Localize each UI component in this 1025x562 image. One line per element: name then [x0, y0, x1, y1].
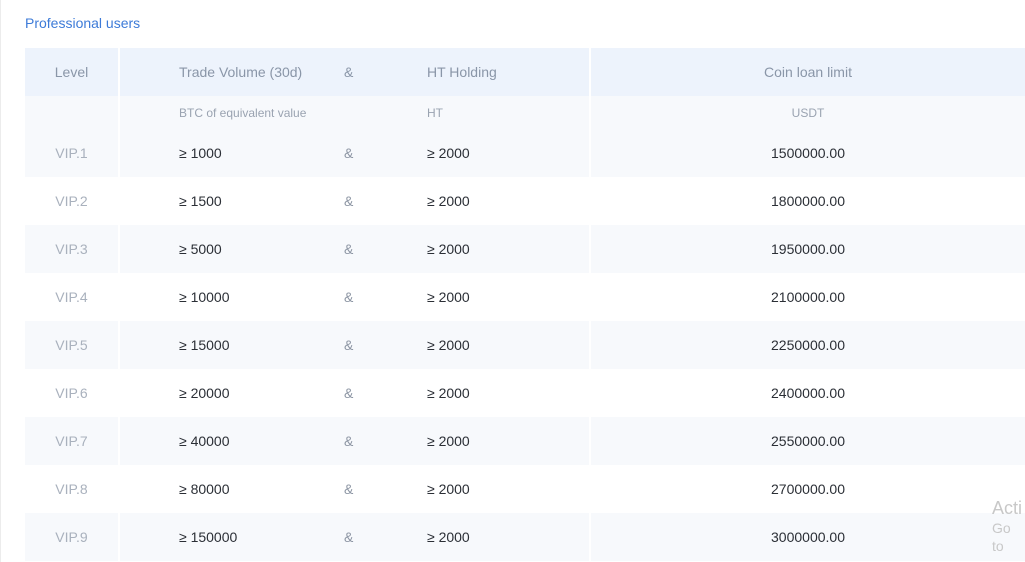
unit-ht-holding: HT [427, 105, 443, 120]
cell-trade-volume: ≥ 40000 [179, 433, 230, 449]
cell-coin-loan-limit: 1950000.00 [771, 241, 845, 257]
cell-level: VIP.7 [55, 433, 88, 449]
column-divider [118, 417, 120, 465]
cell-trade-volume: ≥ 10000 [179, 289, 230, 305]
cell-ht-holding: ≥ 2000 [427, 529, 470, 545]
cell-level: VIP.6 [55, 385, 88, 401]
cell-level: VIP.3 [55, 241, 88, 257]
cell-level: VIP.5 [55, 337, 88, 353]
cell-trade-volume: ≥ 1000 [179, 145, 222, 161]
cell-ht-holding: ≥ 2000 [427, 145, 470, 161]
table-row: VIP.6 ≥ 20000 & ≥ 2000 2400000.00 [25, 369, 1025, 417]
cell-amp: & [344, 145, 354, 161]
cell-level: VIP.4 [55, 289, 88, 305]
cell-trade-volume: ≥ 5000 [179, 241, 222, 257]
cell-coin-loan-limit: 2400000.00 [771, 385, 845, 401]
header-trade-volume: Trade Volume (30d) [179, 64, 303, 80]
table-row: VIP.5 ≥ 15000 & ≥ 2000 2250000.00 [25, 321, 1025, 369]
windows-activation-watermark: Acti Go to [992, 497, 1025, 555]
cell-ht-holding: ≥ 2000 [427, 433, 470, 449]
table-row: VIP.3 ≥ 5000 & ≥ 2000 1950000.00 [25, 225, 1025, 273]
cell-amp: & [344, 481, 354, 497]
cell-coin-loan-limit: 2100000.00 [771, 289, 845, 305]
cell-trade-volume: ≥ 15000 [179, 337, 230, 353]
column-divider [118, 321, 120, 369]
column-divider [118, 225, 120, 273]
cell-coin-loan-limit: 1800000.00 [771, 193, 845, 209]
cell-ht-holding: ≥ 2000 [427, 193, 470, 209]
cell-amp: & [344, 241, 354, 257]
cell-level: VIP.9 [55, 529, 88, 545]
column-divider [118, 48, 120, 96]
cell-trade-volume: ≥ 1500 [179, 193, 222, 209]
cell-level: VIP.1 [55, 145, 88, 161]
column-divider [118, 96, 120, 129]
table-body: VIP.1 ≥ 1000 & ≥ 2000 1500000.00 VIP.2 ≥ 1500 &… [25, 129, 1025, 561]
cell-amp: & [344, 289, 354, 305]
header-level: Level [54, 64, 89, 80]
cell-coin-loan-limit: 1500000.00 [771, 145, 845, 161]
cell-ht-holding: ≥ 2000 [427, 385, 470, 401]
watermark-line1: Acti [992, 498, 1023, 518]
header-amp: & [344, 64, 354, 80]
cell-trade-volume: ≥ 80000 [179, 481, 230, 497]
table-header-row: Level Trade Volume (30d) & HT Holding Co… [25, 48, 1025, 96]
cell-amp: & [344, 337, 354, 353]
watermark-line2: Go to [992, 520, 1011, 554]
cell-ht-holding: ≥ 2000 [427, 241, 470, 257]
cell-ht-holding: ≥ 2000 [427, 481, 470, 497]
table-row: VIP.1 ≥ 1000 & ≥ 2000 1500000.00 [25, 129, 1025, 177]
vip-table: Level Trade Volume (30d) & HT Holding Co… [25, 48, 1025, 561]
unit-trade-volume: BTC of equivalent value [179, 105, 307, 120]
table-row: VIP.4 ≥ 10000 & ≥ 2000 2100000.00 [25, 273, 1025, 321]
cell-coin-loan-limit: 2550000.00 [771, 433, 845, 449]
table-row: VIP.9 ≥ 150000 & ≥ 2000 3000000.00 [25, 513, 1025, 561]
cell-ht-holding: ≥ 2000 [427, 289, 470, 305]
header-ht-holding: HT Holding [427, 64, 497, 80]
column-divider [118, 177, 120, 225]
cell-ht-holding: ≥ 2000 [427, 337, 470, 353]
column-divider [118, 129, 120, 177]
cell-coin-loan-limit: 2700000.00 [771, 481, 845, 497]
page-edge [0, 0, 1, 562]
cell-amp: & [344, 385, 354, 401]
table-row: VIP.7 ≥ 40000 & ≥ 2000 2550000.00 [25, 417, 1025, 465]
cell-amp: & [344, 529, 354, 545]
cell-amp: & [344, 433, 354, 449]
cell-level: VIP.8 [55, 481, 88, 497]
cell-amp: & [344, 193, 354, 209]
header-coin-loan-limit: Coin loan limit [764, 64, 852, 80]
cell-coin-loan-limit: 3000000.00 [771, 529, 845, 545]
column-divider [118, 369, 120, 417]
cell-level: VIP.2 [55, 193, 88, 209]
table-row: VIP.2 ≥ 1500 & ≥ 2000 1800000.00 [25, 177, 1025, 225]
column-divider [118, 513, 120, 561]
column-divider [118, 465, 120, 513]
unit-coin-loan-limit: USDT [791, 105, 825, 120]
table-row: VIP.8 ≥ 80000 & ≥ 2000 2700000.00 [25, 465, 1025, 513]
cell-trade-volume: ≥ 20000 [179, 385, 230, 401]
professional-users-link[interactable]: Professional users [25, 15, 140, 31]
table-units-row: BTC of equivalent value HT USDT [25, 96, 1025, 129]
cell-coin-loan-limit: 2250000.00 [771, 337, 845, 353]
cell-trade-volume: ≥ 150000 [179, 529, 238, 545]
column-divider [118, 273, 120, 321]
